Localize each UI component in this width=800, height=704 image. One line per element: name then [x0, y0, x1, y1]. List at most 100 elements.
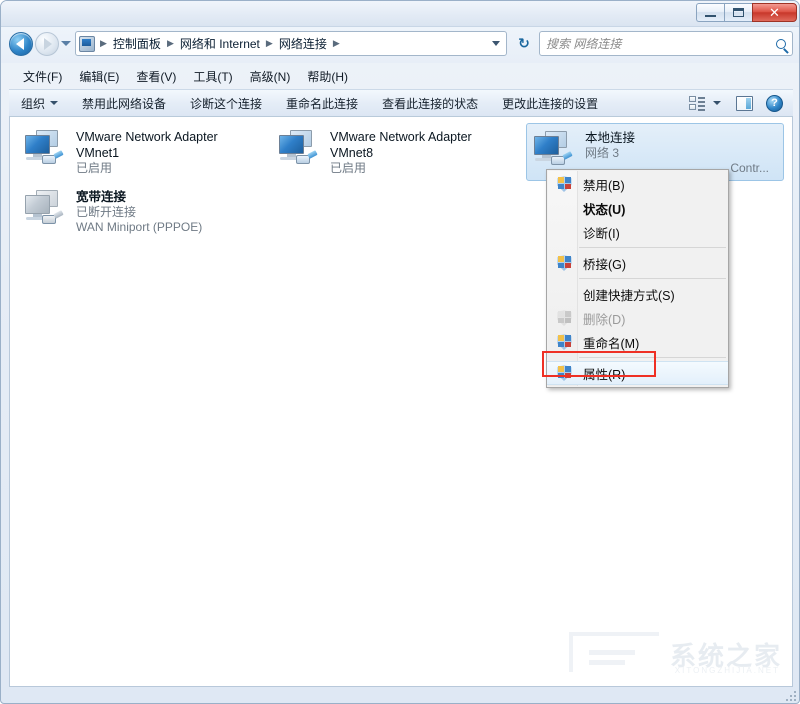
- shield-icon: [556, 310, 572, 326]
- network-adapter-icon: [22, 188, 70, 232]
- help-glyph: ?: [771, 97, 778, 109]
- watermark-subtext: XITONGZHIJIA.NET: [674, 666, 780, 675]
- maximize-button[interactable]: [724, 3, 752, 22]
- menu-file[interactable]: 文件(F): [15, 66, 71, 87]
- search-input[interactable]: 搜索 网络连接: [546, 35, 776, 52]
- toolbar-diagnose-button[interactable]: 诊断这个连接: [178, 91, 274, 116]
- view-layout-icon: [689, 95, 705, 111]
- refresh-icon: ↻: [518, 35, 530, 51]
- toolbar-right-group: ?: [683, 91, 793, 116]
- connection-status: 网络 3: [585, 146, 620, 160]
- menu-help[interactable]: 帮助(H): [299, 66, 357, 87]
- forward-button[interactable]: [35, 32, 59, 56]
- minimize-button[interactable]: [696, 3, 724, 22]
- close-icon: ✕: [769, 4, 780, 20]
- connection-status: 已启用: [330, 161, 367, 175]
- breadcrumb-network-connections[interactable]: 网络连接: [276, 33, 330, 54]
- shield-icon: [556, 255, 572, 271]
- list-item-text: VMware Network Adapter VMnet1 已启用: [76, 128, 264, 176]
- address-bar[interactable]: ▶ 控制面板 ▶ 网络和 Internet ▶ 网络连接 ▶: [75, 31, 507, 56]
- watermark-text: 系统之家: [669, 642, 782, 672]
- forward-arrow-icon: [44, 38, 52, 50]
- context-menu-separator: [579, 247, 726, 248]
- history-dropdown-icon[interactable]: [61, 41, 71, 46]
- context-menu-separator: [579, 278, 726, 279]
- address-dropdown-icon[interactable]: [492, 41, 500, 46]
- connection-status: 已启用: [76, 161, 113, 175]
- refresh-button[interactable]: ↻: [513, 33, 535, 54]
- context-menu-label: 删除(D): [583, 312, 626, 327]
- close-button[interactable]: ✕: [752, 3, 797, 22]
- menu-advanced[interactable]: 高级(N): [242, 66, 300, 87]
- menu-view[interactable]: 查看(V): [128, 66, 185, 87]
- breadcrumb-control-panel[interactable]: 控制面板: [110, 33, 164, 54]
- toolbar-view-status-button[interactable]: 查看此连接的状态: [370, 91, 490, 116]
- change-view-button[interactable]: [683, 92, 727, 115]
- toolbar-rename-button[interactable]: 重命名此连接: [274, 91, 370, 116]
- chevron-down-icon: [50, 101, 59, 105]
- context-menu-label: 诊断(I): [583, 226, 620, 241]
- context-menu-label: 重命名(M): [583, 336, 640, 351]
- preview-pane-button[interactable]: [727, 92, 762, 115]
- back-arrow-icon: [16, 38, 24, 50]
- preview-pane-icon: [736, 95, 753, 111]
- list-item-vmnet8[interactable]: VMware Network Adapter VMnet8 已启用: [272, 123, 522, 181]
- context-menu-label: 创建快捷方式(S): [583, 288, 675, 303]
- search-icon: [776, 38, 786, 49]
- shield-icon: [556, 334, 572, 350]
- breadcrumb-network-internet[interactable]: 网络和 Internet: [177, 33, 263, 54]
- list-item-broadband-connection[interactable]: 宽带连接 已断开连接 WAN Miniport (PPPOE): [18, 183, 268, 241]
- explorer-window: ✕ ▶ 控制面板 ▶ 网络和 Internet ▶ 网络连接 ▶ ↻ 搜索 网络…: [0, 0, 800, 704]
- title-bar: ✕: [1, 1, 799, 27]
- connection-name: VMware Network Adapter VMnet1: [76, 130, 218, 160]
- shield-icon-wrap: [551, 176, 577, 192]
- context-menu-label: 桥接(G): [583, 257, 627, 272]
- menu-bar: 文件(F) 编辑(E) 查看(V) 工具(T) 高级(N) 帮助(H): [9, 65, 793, 87]
- search-box[interactable]: 搜索 网络连接: [539, 31, 793, 56]
- shield-icon: [556, 176, 572, 192]
- list-item-vmnet1[interactable]: VMware Network Adapter VMnet1 已启用: [18, 123, 268, 181]
- network-adapter-icon: [531, 129, 579, 173]
- help-icon: ?: [766, 94, 783, 112]
- breadcrumb-separator-2: ▶: [265, 38, 273, 48]
- context-menu-label: 状态(U): [583, 202, 626, 217]
- context-menu-item-status[interactable]: 状态(U): [547, 196, 728, 220]
- back-button[interactable]: [9, 32, 33, 56]
- network-adapter-icon: [22, 128, 70, 172]
- window-controls: ✕: [696, 3, 797, 22]
- context-menu-item-diagnose[interactable]: 诊断(I): [547, 220, 728, 244]
- context-menu-item-create-shortcut[interactable]: 创建快捷方式(S): [547, 282, 728, 306]
- breadcrumb-separator-0: ▶: [100, 38, 107, 48]
- context-menu-item-disable[interactable]: 禁用(B): [547, 172, 728, 196]
- menu-tools[interactable]: 工具(T): [185, 66, 241, 87]
- toolbar-change-settings-button[interactable]: 更改此连接的设置: [490, 91, 610, 116]
- maximize-icon: [733, 8, 744, 17]
- toolbar-organize-label: 组织: [21, 96, 46, 111]
- toolbar-disable-device-button[interactable]: 禁用此网络设备: [70, 91, 178, 116]
- minimize-icon: [705, 15, 716, 17]
- watermark-logo-icon: [569, 632, 659, 672]
- shield-icon-wrap: [551, 255, 577, 271]
- shield-icon-wrap: [551, 310, 577, 326]
- context-menu-item-bridge[interactable]: 桥接(G): [547, 251, 728, 275]
- toolbar: 组织 禁用此网络设备 诊断这个连接 重命名此连接 查看此连接的状态 更改此连接的…: [9, 89, 793, 117]
- context-menu-item-delete: 删除(D): [547, 306, 728, 330]
- toolbar-organize-button[interactable]: 组织: [9, 91, 70, 116]
- connection-name: VMware Network Adapter VMnet8: [330, 130, 472, 160]
- connection-name: 宽带连接: [76, 190, 127, 204]
- connection-name: 本地连接: [585, 131, 636, 145]
- help-button[interactable]: ?: [762, 91, 793, 116]
- annotation-highlight-box: [542, 351, 656, 377]
- connection-device: WAN Miniport (PPPOE): [76, 220, 203, 234]
- list-item-text: VMware Network Adapter VMnet8 已启用: [330, 128, 518, 176]
- resize-grip[interactable]: [784, 689, 796, 701]
- network-folder-icon: [79, 35, 95, 52]
- breadcrumb-separator-1: ▶: [166, 38, 174, 48]
- shield-icon-wrap: [551, 334, 577, 350]
- breadcrumb-separator-3: ▶: [332, 38, 340, 48]
- menu-edit[interactable]: 编辑(E): [71, 66, 128, 87]
- list-item-text: 宽带连接 已断开连接 WAN Miniport (PPPOE): [76, 188, 202, 235]
- address-bar-row: ▶ 控制面板 ▶ 网络和 Internet ▶ 网络连接 ▶ ↻ 搜索 网络连接: [1, 27, 799, 63]
- watermark: 系统之家 XITONGZHIJIA.NET: [569, 626, 784, 682]
- context-menu-label: 禁用(B): [583, 178, 625, 193]
